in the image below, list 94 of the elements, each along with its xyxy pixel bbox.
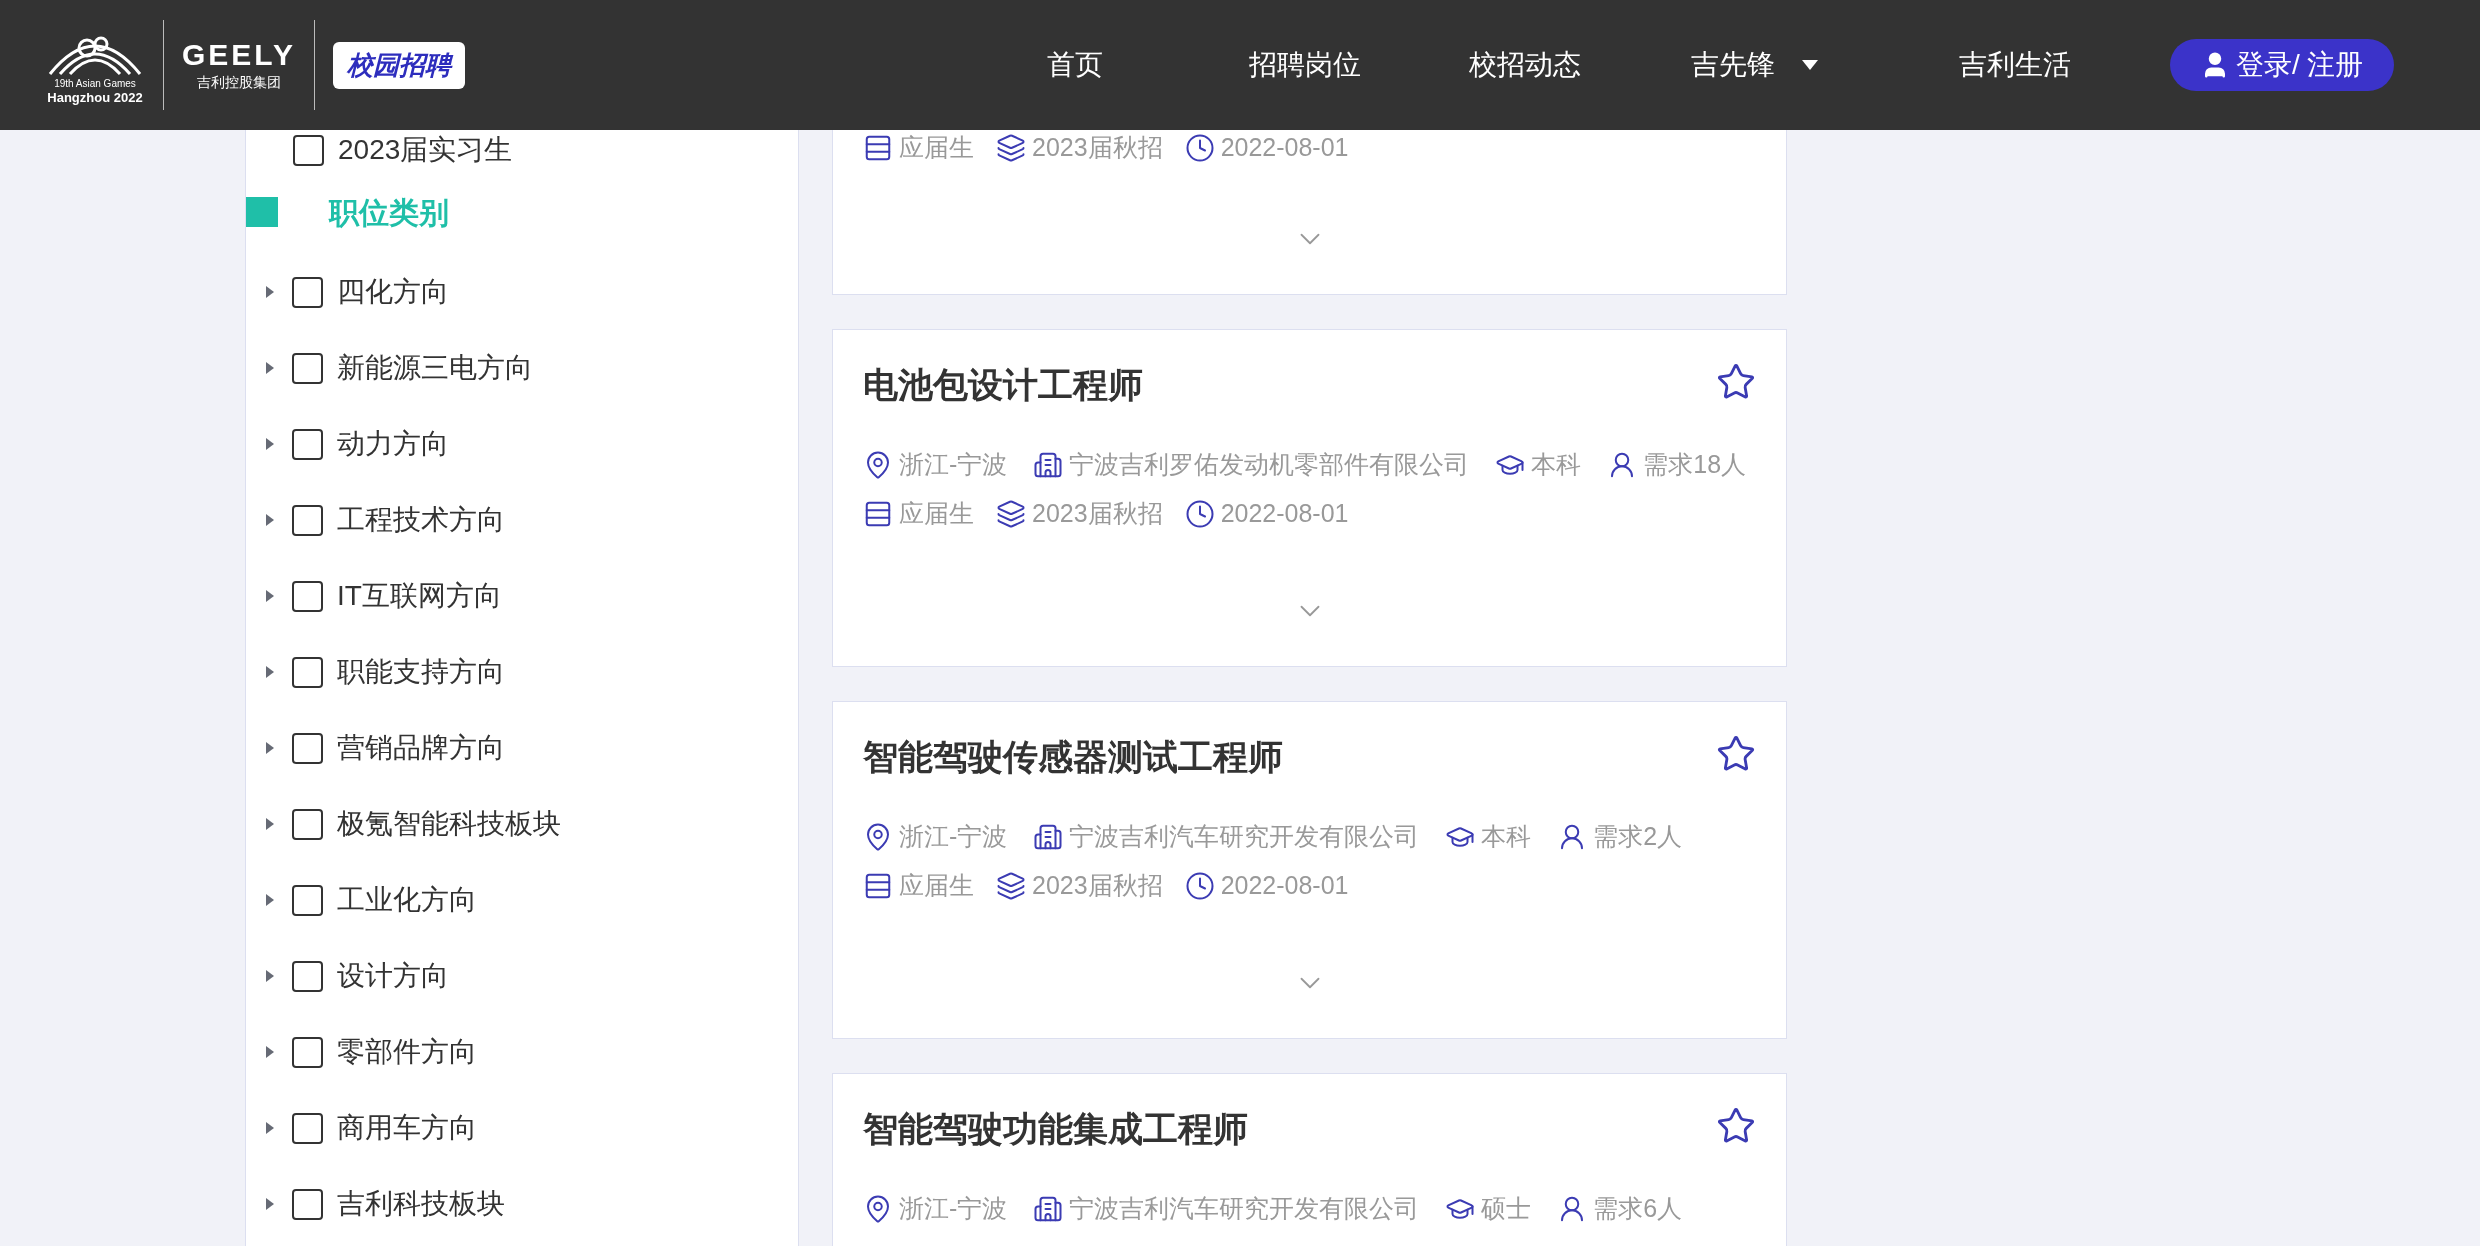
expand-arrow-icon[interactable] xyxy=(264,1197,276,1211)
meta-text: 应届生 xyxy=(899,498,974,530)
filter-label[interactable]: 新能源三电方向 xyxy=(337,347,533,389)
checkbox[interactable] xyxy=(292,352,323,384)
meta-text: 2022-08-01 xyxy=(1220,498,1349,530)
group-name: 吉利控股集团 xyxy=(196,72,281,92)
filter-label[interactable]: 工业化方向 xyxy=(337,879,477,921)
star-icon[interactable] xyxy=(1716,734,1756,774)
meta-text: 宁波吉利汽车研究开发有限公司 xyxy=(1069,1193,1420,1224)
checkbox[interactable] xyxy=(292,808,323,840)
expand-arrow-icon[interactable] xyxy=(264,665,276,679)
checkbox[interactable] xyxy=(292,276,323,308)
meta-text: 浙江-宁波 xyxy=(899,1193,1008,1224)
star-icon[interactable] xyxy=(1716,1106,1756,1146)
checkbox[interactable] xyxy=(292,960,323,992)
checkbox[interactable] xyxy=(292,884,323,916)
meta-text: 本科 xyxy=(1531,449,1582,480)
checkbox[interactable] xyxy=(292,580,323,612)
filter-label[interactable]: IT互联网方向 xyxy=(337,575,502,617)
meta-text: 需求18人 xyxy=(1643,449,1747,480)
filter-label[interactable]: 营销品牌方向 xyxy=(337,727,505,769)
filter-label[interactable]: 动力方向 xyxy=(337,423,449,465)
meta-text: 硕士 xyxy=(1481,1193,1532,1224)
meta-text: 宁波吉利罗佑发动机零部件有限公司 xyxy=(1069,449,1470,480)
layers-icon xyxy=(996,499,1026,529)
clock-icon xyxy=(1184,871,1215,901)
meta-text: 应届生 xyxy=(899,132,974,164)
login-button[interactable]: 登录/ 注册 xyxy=(2169,39,2394,91)
section-marker xyxy=(246,197,278,227)
checkbox[interactable] xyxy=(292,732,323,764)
section-title: 职位类别 xyxy=(329,194,449,231)
expand-arrow-icon[interactable] xyxy=(264,589,276,603)
checkbox[interactable] xyxy=(292,656,323,688)
checkbox[interactable] xyxy=(292,504,323,536)
meta-text: 需求2人 xyxy=(1593,821,1683,852)
nav-link[interactable]: 首页 xyxy=(1046,44,1103,86)
games-text: Hangzhou 2022 xyxy=(47,89,143,105)
meta-text: 需求6人 xyxy=(1593,1193,1683,1224)
meta-text: 浙江-宁波 xyxy=(899,821,1008,852)
clock-icon xyxy=(1184,499,1215,529)
checkbox[interactable] xyxy=(293,134,324,166)
meta-text: 2023届秋招 xyxy=(1032,498,1163,530)
filter-label[interactable]: 职能支持方向 xyxy=(337,651,505,693)
meta-text: 2023届秋招 xyxy=(1032,870,1163,902)
job-title: 电池包设计工程师 xyxy=(863,364,1143,406)
layers-icon xyxy=(996,133,1026,163)
meta-text: 2023届秋招 xyxy=(1032,132,1163,164)
layers-icon xyxy=(996,871,1026,901)
expand-arrow-icon[interactable] xyxy=(264,969,276,983)
caret-icon[interactable] xyxy=(1800,59,1819,71)
clock-icon xyxy=(1184,133,1215,163)
meta-text: 应届生 xyxy=(899,870,974,902)
list-icon xyxy=(863,871,893,901)
filter-label[interactable]: 商用车方向 xyxy=(337,1107,477,1149)
nav-link[interactable]: 校招动态 xyxy=(1468,44,1581,86)
nav-link[interactable]: 招聘岗位 xyxy=(1248,44,1361,86)
games-text: 19th Asian Games xyxy=(54,77,136,90)
expand-arrow-icon[interactable] xyxy=(264,893,276,907)
filter-label[interactable]: 工程技术方向 xyxy=(337,499,505,541)
job-title: 智能驾驶功能集成工程师 xyxy=(863,1108,1248,1150)
meta-text: 宁波吉利汽车研究开发有限公司 xyxy=(1069,821,1420,852)
filter-label[interactable]: 极氪智能科技板块 xyxy=(337,803,561,845)
meta-text: 浙江-宁波 xyxy=(899,449,1008,480)
meta-text: 本科 xyxy=(1481,821,1532,852)
filter-label[interactable]: 四化方向 xyxy=(337,271,449,313)
expand-arrow-icon[interactable] xyxy=(264,817,276,831)
expand-arrow-icon[interactable] xyxy=(264,437,276,451)
list-icon xyxy=(863,133,893,163)
filter-label[interactable]: 2023届实习生 xyxy=(338,129,513,171)
expand-arrow-icon[interactable] xyxy=(264,285,276,299)
campus-recruitment-badge: 校园招聘 xyxy=(332,41,465,89)
brand-logo-text: GEELY xyxy=(182,37,296,72)
filter-label[interactable]: 吉利科技板块 xyxy=(337,1183,505,1225)
job-card[interactable]: 智能驾驶功能集成工程师 浙江-宁波 宁波吉利汽车研究开发有限公司 硕士 需求6人 xyxy=(832,1073,1787,1246)
expand-arrow-icon[interactable] xyxy=(264,1045,276,1059)
filter-label[interactable]: 设计方向 xyxy=(337,955,449,997)
checkbox[interactable] xyxy=(292,1036,323,1068)
expand-arrow-icon[interactable] xyxy=(264,1121,276,1135)
expand-arrow-icon[interactable] xyxy=(264,361,276,375)
checkbox[interactable] xyxy=(292,1112,323,1144)
meta-text: 2022-08-01 xyxy=(1220,132,1349,164)
checkbox[interactable] xyxy=(292,428,323,460)
meta-text: 2022-08-01 xyxy=(1220,870,1349,902)
list-icon xyxy=(863,499,893,529)
job-card[interactable]: 智能驾驶传感器测试工程师 浙江-宁波 宁波吉利汽车研究开发有限公司 本科 需求2人 应届生 2023届秋招 2022-08-01 xyxy=(832,701,1787,1039)
nav-link[interactable]: 吉先锋 xyxy=(1690,44,1775,86)
filter-label[interactable]: 零部件方向 xyxy=(337,1031,477,1073)
expand-arrow-icon[interactable] xyxy=(264,513,276,527)
checkbox[interactable] xyxy=(292,1188,323,1220)
nav-link[interactable]: 吉利生活 xyxy=(1958,44,2071,86)
job-title: 智能驾驶传感器测试工程师 xyxy=(863,736,1283,778)
job-card[interactable]: 电池包设计工程师 浙江-宁波 宁波吉利罗佑发动机零部件有限公司 本科 需求18人 应届生 2023届秋招 2022-08-01 xyxy=(832,329,1787,667)
expand-arrow-icon[interactable] xyxy=(264,741,276,755)
star-icon[interactable] xyxy=(1716,362,1756,402)
